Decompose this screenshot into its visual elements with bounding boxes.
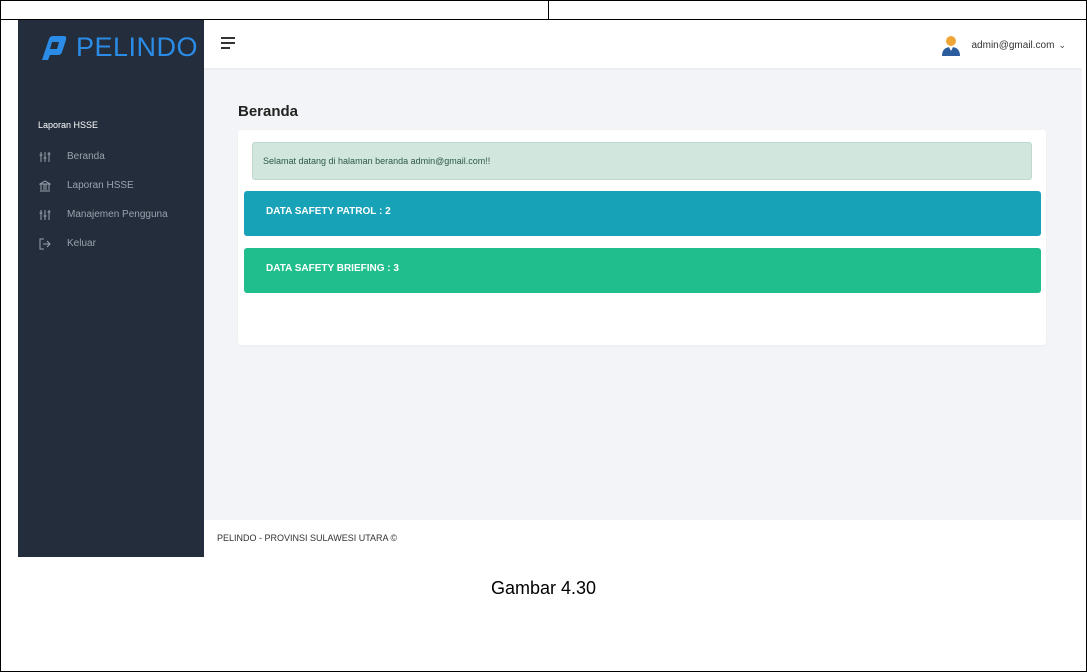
brand-logo[interactable]: PELINDO	[38, 32, 198, 62]
sidebar-item-label: Beranda	[67, 151, 105, 162]
app-screenshot: PELINDO Laporan HSSE Beranda Laporan HSS…	[18, 20, 1082, 557]
sidebar-item-label: Manajemen Pengguna	[67, 209, 168, 220]
safety-patrol-stat[interactable]: DATA SAFETY PATROL : 2	[244, 191, 1041, 236]
sidebar-item-label: Laporan HSSE	[67, 180, 134, 191]
page-title: Beranda	[238, 103, 299, 120]
table-top-strip	[0, 0, 1087, 20]
pelindo-logo-icon	[42, 36, 67, 60]
user-email: admin@gmail.com	[971, 39, 1055, 51]
table-divider	[548, 0, 549, 20]
sidebar-item-label: Keluar	[67, 238, 96, 249]
logout-icon	[38, 237, 52, 251]
dashboard-card: Selamat datang di halaman beranda admin@…	[238, 130, 1046, 345]
user-menu-dropdown[interactable]: admin@gmail.com ⌄	[940, 33, 1066, 57]
hamburger-menu-icon[interactable]	[221, 37, 235, 49]
safety-briefing-stat[interactable]: DATA SAFETY BRIEFING : 3	[244, 248, 1041, 293]
user-avatar-icon	[942, 36, 961, 56]
chevron-down-icon: ⌄	[1058, 39, 1066, 50]
sliders-icon	[38, 208, 52, 222]
sidebar-item-keluar[interactable]: Keluar	[38, 229, 168, 258]
footer: PELINDO - PROVINSI SULAWESI UTARA ©	[204, 520, 1082, 557]
figure-caption: Gambar 4.30	[490, 578, 597, 598]
sidebar-item-laporan-hsse[interactable]: Laporan HSSE	[38, 171, 168, 200]
sidebar-menu: Beranda Laporan HSSE Manajemen Pengguna …	[38, 142, 168, 258]
sliders-icon	[38, 150, 52, 164]
topbar: admin@gmail.com ⌄	[204, 20, 1082, 68]
sidebar-item-manajemen-pengguna[interactable]: Manajemen Pengguna	[38, 200, 168, 229]
sidebar-item-beranda[interactable]: Beranda	[38, 142, 168, 171]
sidebar-section-header: Laporan HSSE	[38, 120, 99, 130]
sidebar: PELINDO Laporan HSSE Beranda Laporan HSS…	[18, 20, 204, 557]
brand-name: PELINDO	[76, 32, 199, 62]
welcome-alert: Selamat datang di halaman beranda admin@…	[252, 142, 1032, 180]
building-columns-icon	[38, 179, 52, 193]
